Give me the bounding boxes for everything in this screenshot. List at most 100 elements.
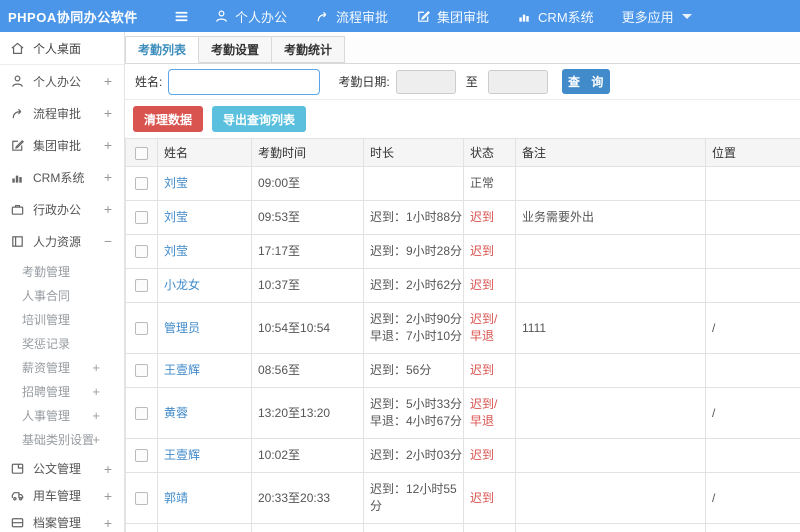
table-row: 郭靖 20:33至20:33 迟到：12小时55 分 迟到 /: [125, 472, 800, 524]
sidebar-item-label: 行政办公: [33, 202, 82, 217]
row-checkbox[interactable]: [135, 211, 148, 225]
duration-cell: [363, 166, 464, 201]
row-checkbox[interactable]: [135, 321, 148, 335]
sidebar-item-workflow-approval[interactable]: 流程审批 +: [0, 97, 124, 129]
table-row: 王壹辉 10:02至 迟到：2小时03分 迟到: [125, 438, 800, 473]
expand-toggle[interactable]: −: [104, 233, 112, 249]
submenu-item-personnel-management[interactable]: 人事管理 +: [0, 403, 124, 427]
expand-toggle[interactable]: +: [92, 384, 100, 399]
employee-name-link[interactable]: 王壹辉: [164, 363, 200, 377]
sidebar-item-personal-desktop[interactable]: 个人桌面: [0, 32, 124, 65]
sidebar-item-document-management[interactable]: 公文管理 +: [0, 455, 124, 482]
nav-crm-system[interactable]: CRM系统: [517, 7, 594, 26]
expand-toggle[interactable]: +: [104, 73, 112, 89]
submenu-item-salary-management[interactable]: 薪资管理 +: [0, 355, 124, 379]
expand-toggle[interactable]: +: [104, 105, 112, 121]
submenu-item-label: 基础类别设置: [22, 432, 95, 447]
table-header-row: 姓名 考勤时间 时长 状态 备注 位置: [125, 138, 800, 167]
expand-toggle[interactable]: +: [104, 169, 112, 185]
select-all-checkbox[interactable]: [135, 146, 148, 160]
clean-data-button[interactable]: 清理数据: [133, 106, 204, 132]
row-checkbox[interactable]: [135, 364, 148, 378]
location-cell: [705, 234, 800, 269]
sidebar-item-group-approval[interactable]: 集团审批 +: [0, 129, 124, 161]
name-filter-input[interactable]: [168, 68, 321, 95]
row-checkbox[interactable]: [135, 406, 148, 420]
note-cell: [515, 353, 706, 388]
row-checkbox[interactable]: [135, 449, 148, 463]
expand-toggle[interactable]: +: [104, 201, 112, 217]
attendance-time-cell: 10:02至: [251, 438, 364, 473]
sidebar-item-personal-office[interactable]: 个人办公 +: [0, 65, 124, 97]
note-cell: [515, 268, 706, 303]
flow-arrow-icon: [10, 106, 25, 121]
row-checkbox[interactable]: [135, 279, 148, 293]
employee-name-link[interactable]: 王壹辉: [164, 448, 200, 462]
export-list-button[interactable]: 导出查询列表: [212, 106, 307, 132]
status-cell: 正常: [463, 166, 516, 201]
row-checkbox[interactable]: [135, 491, 148, 505]
tab-attendance-list[interactable]: 考勤列表: [125, 36, 200, 63]
employee-name-link[interactable]: 小龙女: [164, 278, 200, 292]
column-header-name: 姓名: [157, 138, 252, 167]
status-cell: 迟到: [463, 438, 516, 473]
submenu-item-training-management[interactable]: 培训管理: [0, 307, 124, 331]
submenu-item-base-category-settings[interactable]: 基础类别设置 +: [0, 427, 124, 451]
hamburger-menu-icon[interactable]: [170, 5, 192, 27]
expand-toggle[interactable]: +: [104, 137, 112, 153]
tab-attendance-statistics[interactable]: 考勤统计: [272, 36, 346, 63]
sidebar-item-human-resources[interactable]: 人力资源 −: [0, 225, 124, 257]
location-cell: /: [705, 387, 800, 439]
expand-toggle[interactable]: +: [104, 461, 112, 477]
status-cell: 迟到: [463, 268, 516, 303]
date-to-input[interactable]: [487, 69, 548, 94]
status-cell: 迟到: [463, 353, 516, 388]
expand-toggle[interactable]: +: [104, 515, 112, 531]
user-icon: [10, 74, 25, 89]
sidebar-item-label: 公文管理: [33, 462, 82, 476]
submenu-item-attendance-management[interactable]: 考勤管理: [0, 259, 124, 283]
archive-icon: [10, 515, 25, 530]
location-cell: [705, 166, 800, 201]
sidebar-item-vehicle-management[interactable]: 用车管理 +: [0, 482, 124, 509]
employee-name-link[interactable]: 刘莹: [164, 210, 188, 224]
sidebar-item-label: 用车管理: [33, 489, 82, 503]
nav-group-approval[interactable]: 集团审批: [416, 7, 489, 26]
tab-attendance-settings[interactable]: 考勤设置: [199, 36, 273, 63]
sidebar-item-admin-office[interactable]: 行政办公 +: [0, 193, 124, 225]
submenu-item-label: 考勤管理: [22, 264, 71, 279]
row-checkbox[interactable]: [135, 245, 148, 259]
nav-label: CRM系统: [538, 9, 594, 25]
search-button[interactable]: 查 询: [561, 69, 610, 94]
submenu-item-reward-punishment[interactable]: 奖惩记录: [0, 331, 124, 355]
status-cell: 迟到/早退: [463, 387, 516, 439]
note-cell: [515, 438, 706, 473]
expand-toggle[interactable]: +: [92, 408, 100, 423]
submenu-item-personnel-contract[interactable]: 人事合同: [0, 283, 124, 307]
submenu-item-label: 人事合同: [22, 288, 71, 303]
expand-toggle[interactable]: +: [104, 488, 112, 504]
attendance-time-cell: 09:53至: [251, 200, 364, 235]
nav-more-apps[interactable]: 更多应用: [622, 7, 692, 26]
date-from-input[interactable]: [395, 69, 456, 94]
sidebar-item-archive-management[interactable]: 档案管理 +: [0, 509, 124, 532]
employee-name-link[interactable]: 刘莹: [164, 176, 188, 190]
expand-toggle[interactable]: +: [92, 360, 100, 375]
nav-workflow-approval[interactable]: 流程审批: [315, 7, 388, 26]
sidebar-item-crm-system[interactable]: CRM系统 +: [0, 161, 124, 193]
employee-name-link[interactable]: 刘莹: [164, 244, 188, 258]
employee-name-link[interactable]: 郭靖: [164, 491, 188, 505]
submenu-item-recruitment-management[interactable]: 招聘管理 +: [0, 379, 124, 403]
table-row: 刘莹 17:17至 迟到：9小时28分 迟到: [125, 234, 800, 269]
employee-name-link[interactable]: 管理员: [164, 321, 200, 335]
location-cell: [705, 200, 800, 235]
employee-name-link[interactable]: 黄蓉: [164, 406, 188, 420]
nav-personal-office[interactable]: 个人办公: [214, 7, 287, 26]
duration-cell: 迟到：1小时88分: [363, 200, 464, 235]
actions-row: 清理数据 导出查询列表: [125, 100, 800, 138]
sidebar: 个人桌面 个人办公 + 流程审批 + 集团审批 + CRM系统 + 行政办公 +…: [0, 32, 125, 532]
duration-cell: 迟到：12小时55 分: [363, 472, 464, 524]
row-checkbox[interactable]: [135, 177, 148, 191]
note-cell: [515, 472, 706, 524]
expand-toggle[interactable]: +: [92, 432, 100, 447]
